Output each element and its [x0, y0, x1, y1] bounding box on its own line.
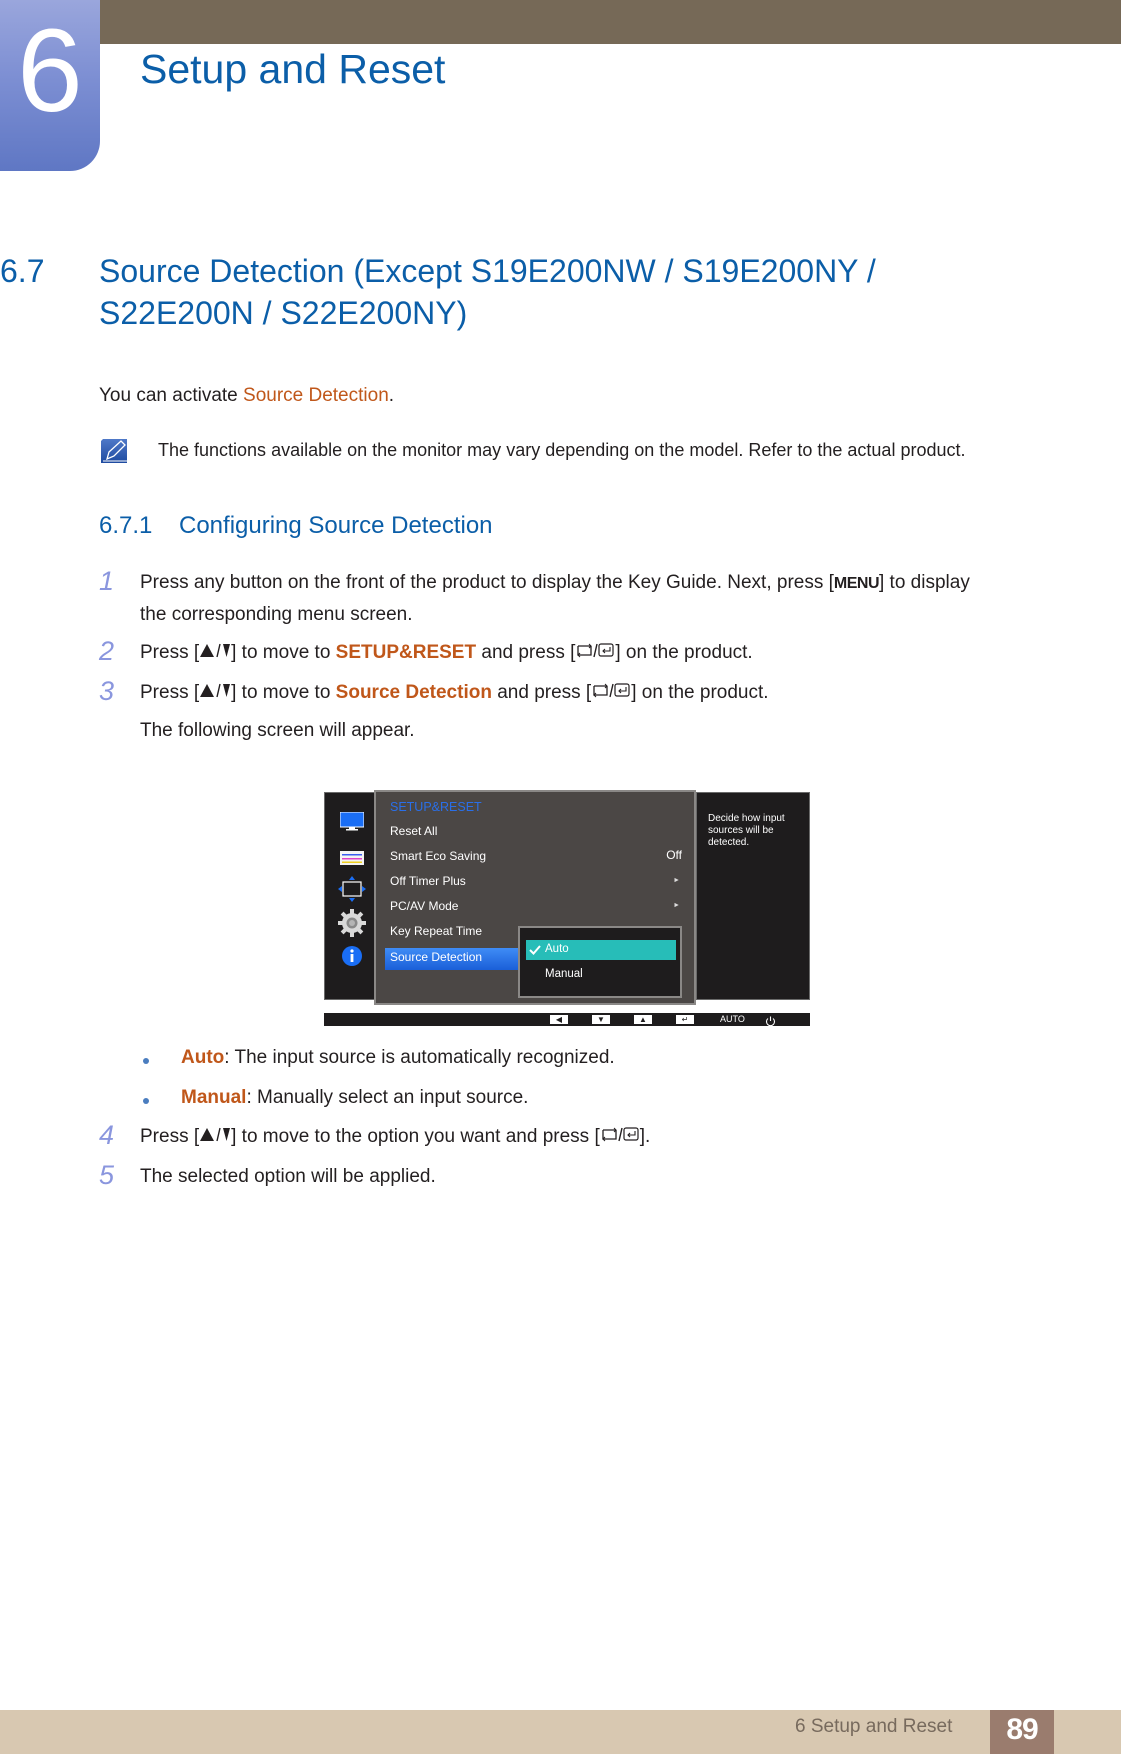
- color-icon: [340, 851, 364, 870]
- osd-item-source-detection[interactable]: Source Detection: [390, 950, 482, 964]
- step-2-text: Press [ ] to move to SETUP&RESET and pres…: [140, 641, 753, 665]
- intro-suffix: .: [388, 385, 395, 406]
- left-arrow-key-icon: ◀: [550, 1015, 568, 1024]
- section-title-line-1: Source Detection (Except S19E200NW / S19…: [99, 253, 876, 289]
- check-icon: [529, 943, 541, 961]
- bullet-icon: [143, 1098, 149, 1104]
- intro-paragraph: You can activate Source Detection.: [99, 384, 394, 408]
- osd-value-smart-eco-saving: Off: [666, 848, 682, 862]
- footer-band: [0, 1710, 1121, 1754]
- step-text: ] to move to: [231, 642, 336, 664]
- step-3-text: Press [ ] to move to Source Detection and…: [140, 681, 769, 705]
- monitor-icon: [339, 811, 365, 837]
- subsection-heading: 6.7.1 Configuring Source Detection: [99, 512, 493, 540]
- step-text: ] to display: [879, 572, 970, 593]
- note-text: The functions available on the monitor m…: [158, 440, 966, 460]
- source-enter-icon: [591, 681, 631, 705]
- up-arrow-key-icon: ▲: [634, 1015, 652, 1024]
- chapter-header-band: [0, 0, 1121, 44]
- option-desc: : Manually select an input source.: [246, 1087, 529, 1108]
- settings-gear-icon: [338, 909, 366, 942]
- step-number: 5: [99, 1160, 115, 1190]
- submenu-arrow-icon: ►: [673, 877, 680, 884]
- step-3-after-text: The following screen will appear.: [140, 720, 415, 741]
- step-number: 2: [99, 636, 115, 666]
- step-highlight: SETUP&RESET: [335, 642, 477, 664]
- osd-menu-title: SETUP&RESET: [390, 800, 482, 814]
- osd-option-popup: Auto Manual: [518, 926, 682, 998]
- step-text: and press [: [491, 682, 592, 704]
- section-title-line-2: S22E200N / S22E200NY): [99, 295, 468, 331]
- step-4-text: Press [ ] to move to the option you want …: [140, 1125, 650, 1149]
- step-text: ] to move to the option you want and pre…: [231, 1126, 600, 1148]
- menu-key: MENU: [833, 575, 880, 592]
- step-text: ] on the product.: [615, 642, 753, 664]
- step-text: ] to move to: [231, 682, 336, 704]
- section-number: 6.7: [0, 253, 45, 289]
- enter-key-icon: ↵: [676, 1015, 694, 1024]
- step-1-text: Press any button on the front of the pro…: [140, 571, 970, 596]
- option-name: Manual: [181, 1087, 247, 1108]
- note-pencil-icon: [99, 437, 129, 467]
- page-number: 89: [1006, 1713, 1038, 1746]
- up-down-arrows-icon: [199, 641, 231, 665]
- step-text: Press [: [140, 682, 200, 704]
- step-text: ].: [639, 1126, 651, 1148]
- footer-chapter-label: 6 Setup and Reset: [795, 1716, 953, 1737]
- step-number: 1: [99, 566, 115, 596]
- chapter-title: Setup and Reset: [140, 46, 446, 92]
- osd-item-key-repeat-time[interactable]: Key Repeat Time: [390, 924, 482, 938]
- auto-key-label: AUTO: [720, 1014, 745, 1024]
- submenu-arrow-icon: ►: [673, 902, 680, 909]
- intro-text: You can activate: [99, 385, 244, 406]
- step-text: Press any button on the front of the pro…: [140, 572, 834, 593]
- osd-option-auto[interactable]: Auto: [545, 943, 569, 955]
- osd-item-reset-all[interactable]: Reset All: [390, 824, 437, 838]
- step-1-text-line-2: the corresponding menu screen.: [140, 604, 413, 625]
- source-enter-icon: [600, 1125, 640, 1149]
- step-number: 3: [99, 676, 115, 706]
- step-highlight: Source Detection: [335, 682, 492, 704]
- subsection-number: 6.7.1: [99, 512, 153, 539]
- option-name: Auto: [181, 1047, 225, 1068]
- option-desc: : The input source is automatically reco…: [224, 1047, 615, 1068]
- osd-item-pc-av-mode[interactable]: PC/AV Mode: [390, 899, 458, 913]
- size-position-icon: [338, 876, 366, 907]
- osd-help-text: Decide how input sources will be detecte…: [708, 813, 785, 848]
- power-icon: [765, 1014, 776, 1032]
- up-down-arrows-icon: [199, 681, 231, 705]
- up-down-arrows-icon: [199, 1125, 231, 1149]
- step-text: Press [: [140, 1126, 200, 1148]
- info-icon: [341, 945, 363, 972]
- option-manual-description: Manual: Manually select an input source.: [181, 1086, 528, 1110]
- osd-item-off-timer-plus[interactable]: Off Timer Plus: [390, 874, 466, 888]
- option-auto-description: Auto: The input source is automatically …: [181, 1046, 615, 1070]
- intro-highlight: Source Detection: [243, 385, 389, 406]
- step-text: Press [: [140, 642, 200, 664]
- subsection-title: Configuring Source Detection: [179, 512, 493, 539]
- section-heading: 6.7 Source Detection (Except S19E200NW /…: [0, 250, 1000, 340]
- step-text: and press [: [476, 642, 576, 664]
- osd-help-panel: Decide how input sources will be detecte…: [696, 792, 810, 1000]
- osd-key-guide-bar: ◀ ▼ ▲ ↵ AUTO: [324, 1013, 810, 1027]
- osd-sidebar: [324, 792, 379, 1000]
- section-title: Source Detection (Except S19E200NW / S19…: [99, 250, 999, 334]
- osd-option-manual[interactable]: Manual: [545, 968, 583, 980]
- osd-item-smart-eco-saving[interactable]: Smart Eco Saving: [390, 849, 486, 863]
- step-number: 4: [99, 1120, 115, 1150]
- osd-menu-screenshot: SETUP&RESET Reset All Smart Eco Saving O…: [324, 790, 810, 1005]
- bullet-icon: [143, 1058, 149, 1064]
- step-5-text: The selected option will be applied.: [140, 1166, 436, 1187]
- chapter-number: 6: [17, 5, 83, 137]
- step-text: ] on the product.: [631, 682, 769, 704]
- source-enter-icon: [575, 641, 615, 665]
- down-arrow-key-icon: ▼: [592, 1015, 610, 1024]
- osd-main-panel: SETUP&RESET Reset All Smart Eco Saving O…: [374, 790, 696, 1005]
